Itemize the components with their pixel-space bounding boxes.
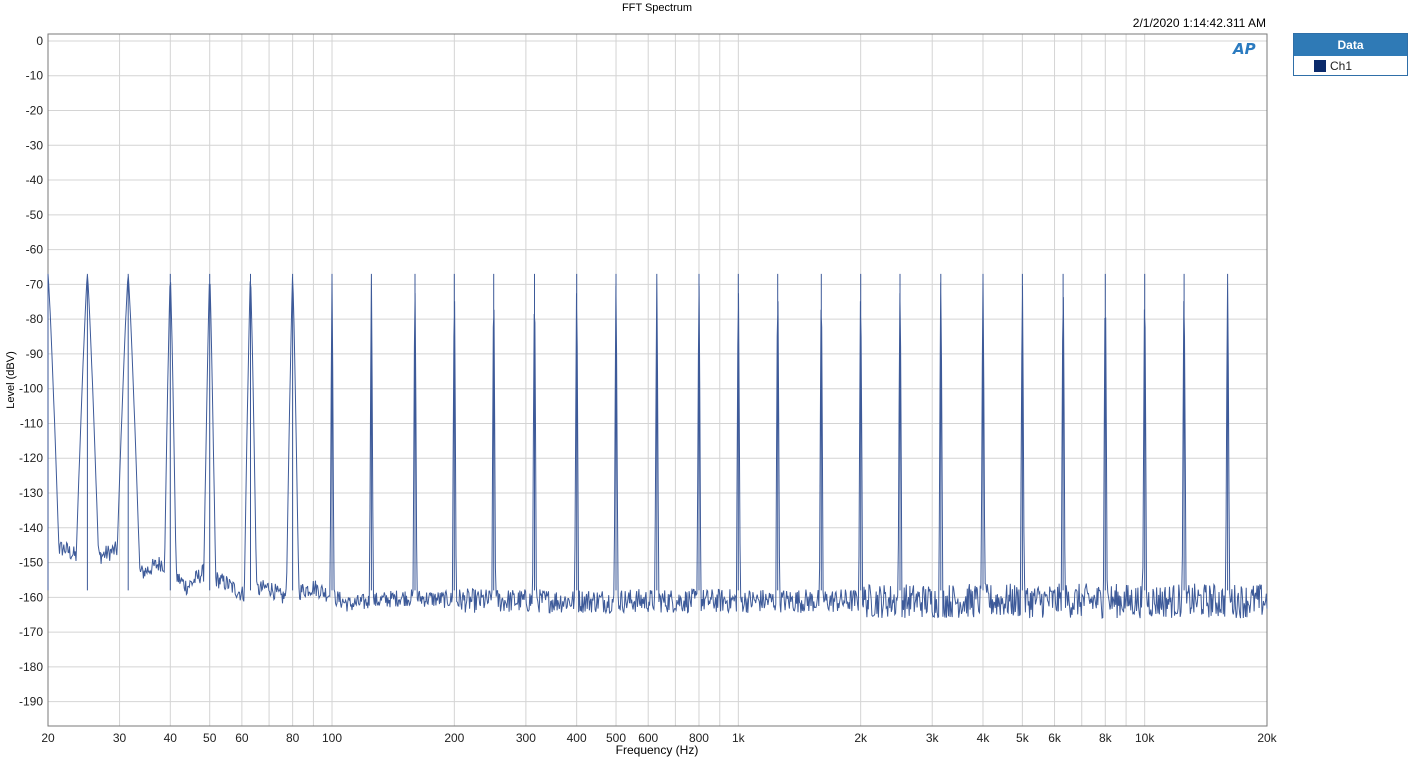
y-tick-label: 0: [36, 34, 43, 48]
x-tick-label: 6k: [1048, 731, 1062, 745]
legend-item-ch1[interactable]: Ch1: [1294, 56, 1407, 76]
y-tick-label: -20: [26, 104, 44, 118]
y-tick-label: -140: [19, 521, 43, 535]
y-axis-label: Level (dBV): [5, 351, 17, 408]
x-tick-label: 20: [41, 731, 55, 745]
y-tick-label: -40: [26, 173, 44, 187]
fft-chart: FFT Spectrum 2/1/2020 1:14:42.311 AM 0 -1…: [5, 2, 1278, 757]
y-tick-label: -90: [26, 347, 44, 361]
y-tick-label: -30: [26, 138, 44, 152]
x-tick-label: 3k: [926, 731, 940, 745]
timestamp: 2/1/2020 1:14:42.311 AM: [1133, 16, 1266, 30]
x-tick-label: 300: [516, 731, 536, 745]
x-tick-label: 40: [164, 731, 178, 745]
x-tick-label: 2k: [854, 731, 868, 745]
x-tick-label: 5k: [1016, 731, 1030, 745]
chart-title: FFT Spectrum: [622, 2, 692, 14]
y-tick-label: -110: [20, 416, 43, 430]
series-line-ch1: [47, 273, 1268, 619]
x-tick-label: 400: [567, 731, 587, 745]
x-tick-label: 50: [203, 731, 217, 745]
ap-logo-text: AP: [1233, 40, 1256, 58]
legend-swatch: [1314, 60, 1326, 72]
x-tick-label: 20k: [1257, 731, 1277, 745]
y-tick-label: -80: [26, 312, 44, 326]
x-tick-label: 200: [444, 731, 464, 745]
x-tick-label: 10k: [1135, 731, 1155, 745]
x-tick-label: 60: [235, 731, 249, 745]
y-tick-label: -60: [26, 243, 44, 257]
y-tick-label: -50: [26, 208, 44, 222]
y-tick-label: -130: [19, 486, 43, 500]
y-tick-label: -160: [19, 590, 43, 604]
x-axis-label: Frequency (Hz): [616, 743, 699, 757]
x-tick-label: 100: [322, 731, 342, 745]
x-tick-label: 4k: [977, 731, 991, 745]
y-tick-label: -170: [19, 625, 43, 639]
y-tick-label: -10: [26, 69, 44, 83]
y-tick-label: -190: [19, 695, 43, 709]
legend-item-label: Ch1: [1330, 59, 1353, 73]
y-tick-label: -100: [19, 382, 43, 396]
y-tick-label: -120: [19, 451, 43, 465]
legend: Data Ch1: [1293, 33, 1408, 76]
x-tick-label: 8k: [1099, 731, 1113, 745]
y-axis-ticks: 0 -10 -20 -30 -40 -50 -60 -70 -80 -90 -100 -110 -120…: [19, 34, 43, 709]
y-tick-label: -150: [19, 556, 43, 570]
x-tick-label: 1k: [732, 731, 746, 745]
y-tick-label: -70: [26, 277, 44, 291]
legend-title: Data: [1294, 34, 1407, 56]
ap-logo-icon: AP: [1233, 40, 1256, 58]
y-tick-label: -180: [19, 660, 43, 674]
x-tick-label: 30: [113, 731, 127, 745]
x-tick-label: 80: [286, 731, 300, 745]
